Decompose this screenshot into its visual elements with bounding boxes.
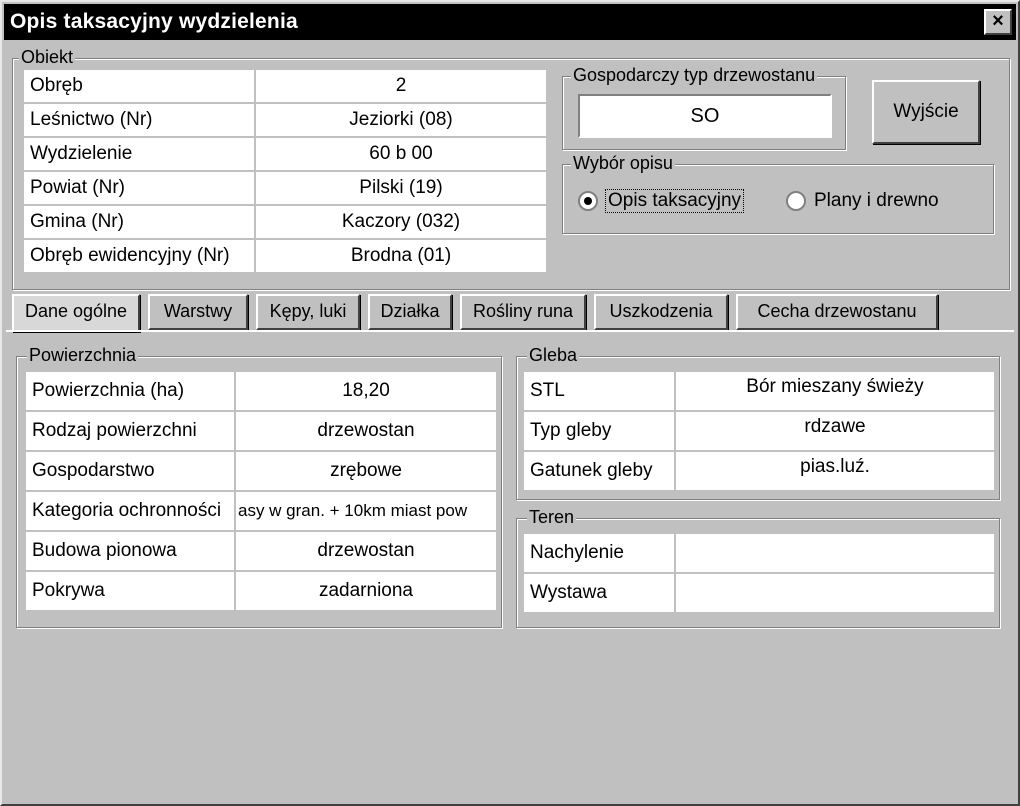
tab-dane-ogolne[interactable]: Dane ogólne: [12, 294, 140, 332]
obiekt-value[interactable]: Kaczory (032): [254, 204, 548, 240]
obiekt-label: Leśnictwo (Nr): [22, 102, 256, 138]
powierzchnia-legend: Powierzchnia: [27, 345, 139, 365]
table-row[interactable]: STL Bór mieszany świeży: [522, 370, 996, 412]
gleba-table: STL Bór mieszany świeży Typ gleby rdzawe…: [522, 370, 996, 492]
radio-opis-taksacyjny[interactable]: Opis taksacyjny: [578, 189, 745, 213]
powierzchnia-value[interactable]: 18,20: [234, 370, 498, 412]
radio-dot-icon: [584, 197, 592, 205]
obiekt-value[interactable]: Brodna (01): [254, 238, 548, 274]
obiekt-value[interactable]: Pilski (19): [254, 170, 548, 206]
radio-label: Plany i drewno: [814, 190, 939, 211]
powierzchnia-value[interactable]: drzewostan: [234, 530, 498, 572]
table-row[interactable]: Wystawa: [522, 572, 996, 614]
wybor-opisu-legend: Wybór opisu: [571, 153, 675, 173]
obiekt-label: Wydzielenie: [22, 136, 256, 172]
table-row[interactable]: Wydzielenie 60 b 00: [22, 136, 548, 172]
table-row[interactable]: Powiat (Nr) Pilski (19): [22, 170, 548, 206]
gleba-value[interactable]: Bór mieszany świeży: [674, 370, 996, 412]
tab-warstwy[interactable]: Warstwy: [148, 294, 248, 330]
powierzchnia-table: Powierzchnia (ha) 18,20 Rodzaj powierzch…: [24, 370, 498, 612]
powierzchnia-value[interactable]: zadarniona: [234, 570, 498, 612]
powierzchnia-value[interactable]: asy w gran. + 10km miast pow: [234, 490, 498, 532]
teren-legend: Teren: [527, 507, 577, 527]
table-row[interactable]: Powierzchnia (ha) 18,20: [24, 370, 498, 412]
powierzchnia-label: Rodzaj powierzchni: [24, 410, 236, 452]
obiekt-value[interactable]: 2: [254, 68, 548, 104]
table-row[interactable]: Budowa pionowa drzewostan: [24, 530, 498, 572]
gospodarczy-value-field[interactable]: SO: [578, 94, 832, 138]
gleba-label: STL: [522, 370, 676, 412]
obiekt-label: Gmina (Nr): [22, 204, 256, 240]
exit-button[interactable]: Wyjście: [872, 80, 980, 144]
radio-plany-i-drewno[interactable]: Plany i drewno: [786, 190, 939, 212]
radio-circle-icon: [578, 191, 598, 211]
obiekt-value[interactable]: 60 b 00: [254, 136, 548, 172]
table-row[interactable]: Gospodarstwo zrębowe: [24, 450, 498, 492]
window-title: Opis taksacyjny wydzielenia: [10, 10, 298, 33]
gleba-label: Gatunek gleby: [522, 450, 676, 492]
teren-label: Wystawa: [522, 572, 676, 614]
gospodarczy-legend: Gospodarczy typ drzewostanu: [571, 65, 818, 85]
obiekt-label: Obręb: [22, 68, 256, 104]
gleba-label: Typ gleby: [522, 410, 676, 452]
obiekt-label: Obręb ewidencyjny (Nr): [22, 238, 256, 274]
title-bar[interactable]: Opis taksacyjny wydzielenia ×: [4, 4, 1016, 40]
powierzchnia-label: Gospodarstwo: [24, 450, 236, 492]
gleba-legend: Gleba: [527, 345, 580, 365]
tab-rosliny-runa[interactable]: Rośliny runa: [460, 294, 586, 330]
tab-cecha-drzewostanu[interactable]: Cecha drzewostanu: [736, 294, 938, 330]
dialog-window: Opis taksacyjny wydzielenia × Obiekt Obr…: [0, 0, 1020, 806]
table-row[interactable]: Leśnictwo (Nr) Jeziorki (08): [22, 102, 548, 138]
close-button[interactable]: ×: [984, 9, 1012, 35]
powierzchnia-label: Pokrywa: [24, 570, 236, 612]
table-row[interactable]: Obręb 2: [22, 68, 548, 104]
table-row[interactable]: Gmina (Nr) Kaczory (032): [22, 204, 548, 240]
radio-circle-icon: [786, 191, 806, 211]
radio-label: Opis taksacyjny: [604, 189, 745, 213]
powierzchnia-label: Kategoria ochronności: [24, 490, 236, 532]
obiekt-legend: Obiekt: [19, 47, 76, 67]
powierzchnia-label: Powierzchnia (ha): [24, 370, 236, 412]
teren-label: Nachylenie: [522, 532, 676, 574]
gleba-value[interactable]: rdzawe: [674, 410, 996, 452]
gleba-value[interactable]: pias.luź.: [674, 450, 996, 492]
table-row[interactable]: Gatunek gleby pias.luź.: [522, 450, 996, 492]
obiekt-value[interactable]: Jeziorki (08): [254, 102, 548, 138]
table-row[interactable]: Obręb ewidencyjny (Nr) Brodna (01): [22, 238, 548, 274]
powierzchnia-value[interactable]: drzewostan: [234, 410, 498, 452]
table-row[interactable]: Rodzaj powierzchni drzewostan: [24, 410, 498, 452]
tab-dzialka[interactable]: Działka: [368, 294, 452, 330]
teren-value[interactable]: [674, 572, 996, 614]
table-row[interactable]: Kategoria ochronności asy w gran. + 10km…: [24, 490, 498, 532]
table-row[interactable]: Pokrywa zadarniona: [24, 570, 498, 612]
tab-uszkodzenia[interactable]: Uszkodzenia: [594, 294, 728, 330]
tab-kepy-luki[interactable]: Kępy, luki: [256, 294, 360, 330]
obiekt-table: Obręb 2 Leśnictwo (Nr) Jeziorki (08) Wyd…: [22, 68, 548, 274]
table-row[interactable]: Typ gleby rdzawe: [522, 410, 996, 452]
powierzchnia-label: Budowa pionowa: [24, 530, 236, 572]
powierzchnia-value[interactable]: zrębowe: [234, 450, 498, 492]
teren-value[interactable]: [674, 532, 996, 574]
obiekt-label: Powiat (Nr): [22, 170, 256, 206]
table-row[interactable]: Nachylenie: [522, 532, 996, 574]
teren-table: Nachylenie Wystawa: [522, 532, 996, 614]
